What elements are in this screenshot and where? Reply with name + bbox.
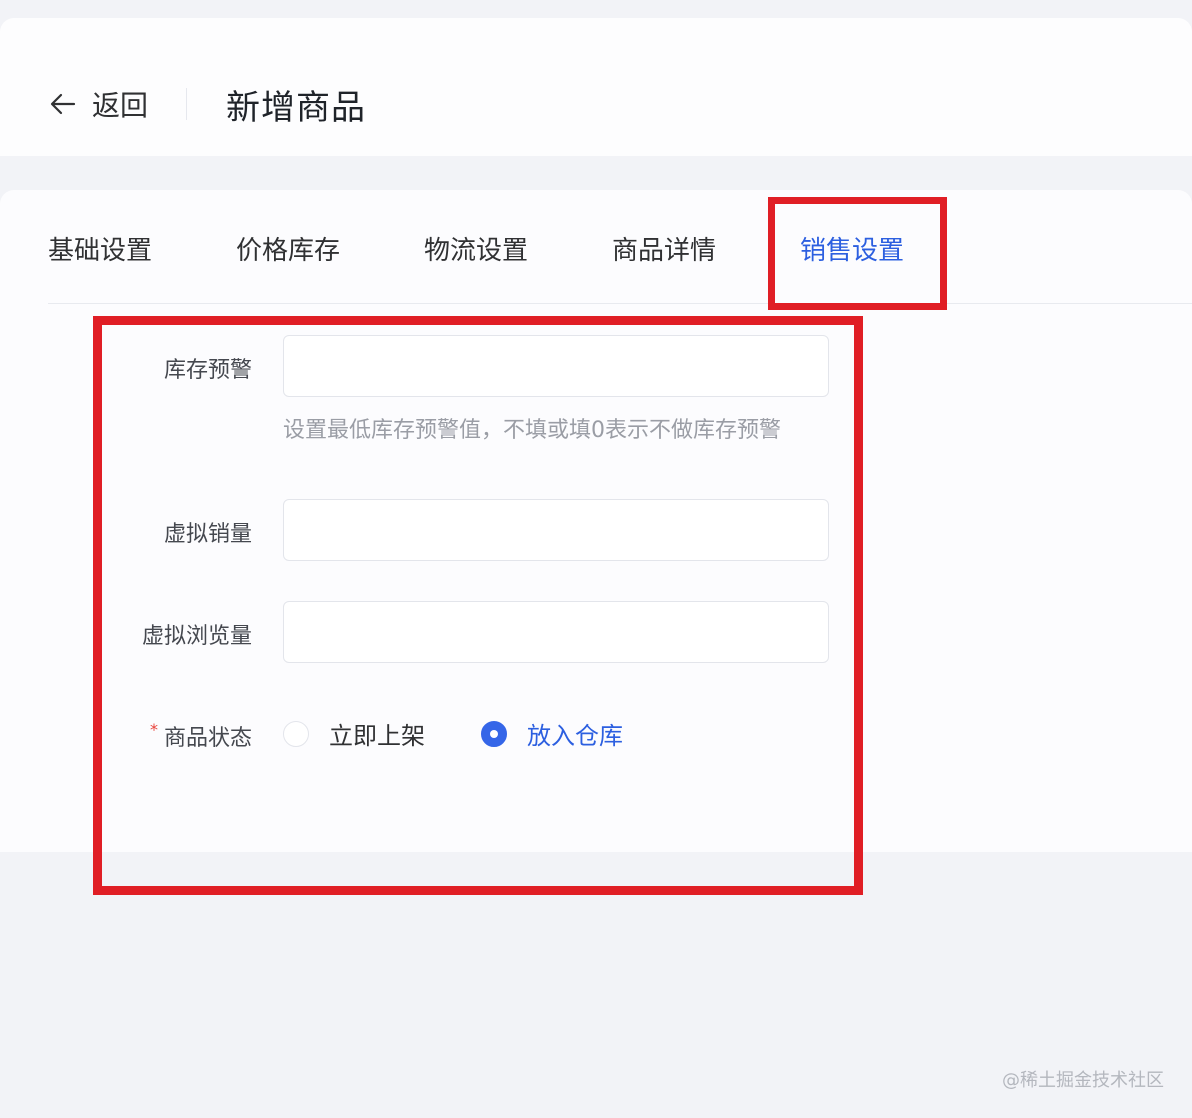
highlight-box-form [93,316,863,895]
back-button[interactable]: 返回 [48,84,148,124]
tab-product-details[interactable]: 商品详情 [612,230,716,267]
page-header: 返回 新增商品 [0,18,1192,156]
tab-price-stock[interactable]: 价格库存 [236,230,340,267]
page-title: 新增商品 [226,88,366,128]
page: 返回 新增商品 基础设置 价格库存 物流设置 商品详情 销售设置 库存预警 设置… [0,0,1192,1118]
tab-logistics-settings[interactable]: 物流设置 [424,230,528,267]
watermark: @稀土掘金技术社区 [1002,1070,1164,1091]
tab-bar: 基础设置 价格库存 物流设置 商品详情 销售设置 [48,230,1192,304]
tabs-underline [48,303,1192,304]
arrow-left-icon [50,93,76,115]
header-divider [186,88,187,120]
back-label: 返回 [92,89,149,122]
highlight-box-tab [768,197,947,310]
tab-basic-settings[interactable]: 基础设置 [48,230,152,267]
